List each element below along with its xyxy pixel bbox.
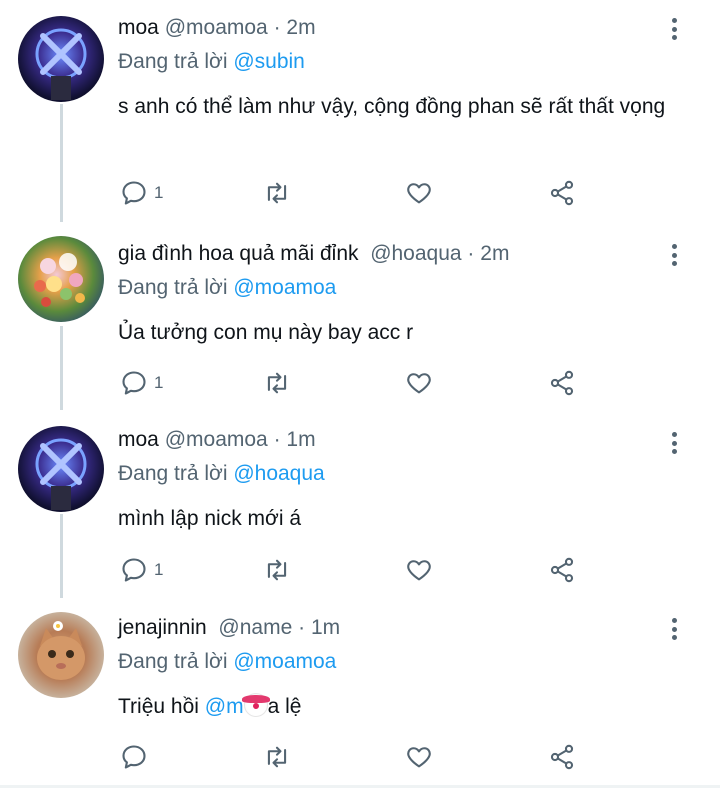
reply-tweet[interactable]: moa @moamoa · 1m Đang trả lời @hoaqua mì… xyxy=(0,410,720,598)
replying-to: Đang trả lời @subin xyxy=(118,50,305,74)
retweet-button[interactable] xyxy=(262,365,292,401)
more-options-icon[interactable] xyxy=(664,14,684,44)
share-button[interactable] xyxy=(548,365,576,401)
retweet-button[interactable] xyxy=(262,739,292,775)
tweet-header: jenajinnin @name · 1m xyxy=(118,616,340,640)
reply-button[interactable]: 1 xyxy=(120,365,163,401)
replying-to-mention[interactable]: @moamoa xyxy=(233,650,336,673)
replying-to-label: Đang trả lời xyxy=(118,50,234,73)
user-handle[interactable]: @hoaqua xyxy=(370,242,461,265)
share-icon xyxy=(550,557,574,583)
tweet-text: s anh có thể làm như vậy, cộng đồng phan… xyxy=(118,95,666,118)
timestamp[interactable]: 1m xyxy=(311,616,340,639)
share-button[interactable] xyxy=(548,175,576,211)
user-handle[interactable]: @moamoa xyxy=(165,16,268,39)
reply-tweet[interactable]: jenajinnin @name · 1m Đang trả lời @moam… xyxy=(0,598,720,785)
replying-to-mention[interactable]: @hoaqua xyxy=(233,462,324,485)
replying-to-label: Đang trả lời xyxy=(118,462,234,485)
retweet-icon xyxy=(267,746,287,768)
lightstick-icon xyxy=(35,28,87,100)
display-name[interactable]: moa xyxy=(118,16,159,39)
tweet-text: mình lập nick mới á xyxy=(118,507,302,530)
more-options-icon[interactable] xyxy=(664,614,684,644)
share-button[interactable] xyxy=(548,739,576,775)
heart-icon xyxy=(407,183,431,204)
lightstick-icon xyxy=(35,438,87,510)
action-bar xyxy=(0,739,720,779)
tweet-header: moa @moamoa · 1m xyxy=(118,428,316,452)
display-name[interactable]: jenajinnin xyxy=(118,616,207,639)
tweet-header: gia đình hoa quả mãi đỉnk @hoaqua · 2m xyxy=(118,242,509,266)
display-name[interactable]: moa xyxy=(118,428,159,451)
tweet-text-start: Triệu hồi xyxy=(118,695,205,718)
separator: · xyxy=(292,616,311,639)
share-button[interactable] xyxy=(548,552,576,588)
reply-button[interactable]: 1 xyxy=(120,552,163,588)
action-bar: 1 xyxy=(0,365,720,405)
heart-icon xyxy=(407,373,431,394)
like-button[interactable] xyxy=(405,175,433,211)
retweet-icon xyxy=(267,559,287,581)
tweet-text: Ủa tưởng con mụ này bay acc r xyxy=(118,321,414,344)
reply-count: 1 xyxy=(154,560,164,579)
retweet-button[interactable] xyxy=(262,552,292,588)
display-name[interactable]: gia đình hoa quả mãi đỉnk xyxy=(118,242,359,265)
avatar[interactable] xyxy=(18,236,104,322)
flower-bouquet-icon xyxy=(34,253,85,307)
reply-button[interactable] xyxy=(120,739,154,775)
reply-count: 1 xyxy=(154,373,164,392)
reply-icon xyxy=(122,745,146,769)
more-options-icon[interactable] xyxy=(664,428,684,458)
share-icon xyxy=(550,180,574,206)
separator: · xyxy=(267,428,287,451)
reply-tweet[interactable]: moa @moamoa · 2m Đang trả lời @subin s a… xyxy=(0,0,720,222)
user-handle[interactable]: @name xyxy=(218,616,292,639)
clown-face-icon xyxy=(241,693,270,717)
reply-icon xyxy=(122,181,146,205)
heart-icon xyxy=(407,747,431,768)
timestamp[interactable]: 1m xyxy=(286,428,315,451)
replying-to: Đang trả lời @moamoa xyxy=(118,650,336,674)
separator: · xyxy=(461,242,481,265)
avatar[interactable] xyxy=(18,16,104,102)
replying-to: Đang trả lời @moamoa xyxy=(118,276,336,300)
like-button[interactable] xyxy=(405,365,433,401)
reply-count: 1 xyxy=(154,183,164,202)
share-icon xyxy=(550,744,574,770)
reply-icon xyxy=(122,371,146,395)
replying-to-label: Đang trả lời xyxy=(118,276,234,299)
retweet-button[interactable] xyxy=(262,175,292,211)
avatar[interactable] xyxy=(18,426,104,512)
tweet-text: Triệu hồi @m a lệ xyxy=(118,690,678,723)
tweet-text-end: a lệ xyxy=(267,695,302,718)
replying-to-mention[interactable]: @subin xyxy=(233,50,305,73)
timestamp[interactable]: 2m xyxy=(480,242,509,265)
action-bar: 1 xyxy=(0,552,720,592)
more-options-icon[interactable] xyxy=(664,240,684,270)
reply-icon xyxy=(122,558,146,582)
like-button[interactable] xyxy=(405,739,433,775)
like-button[interactable] xyxy=(405,552,433,588)
timestamp[interactable]: 2m xyxy=(286,16,315,39)
action-bar: 1 xyxy=(0,175,720,215)
retweet-icon xyxy=(267,372,287,394)
reply-tweet[interactable]: gia đình hoa quả mãi đỉnk @hoaqua · 2m Đ… xyxy=(0,222,720,410)
replying-to-mention[interactable]: @moamoa xyxy=(233,276,336,299)
cat-icon xyxy=(37,621,85,680)
share-icon xyxy=(550,370,574,396)
reply-button[interactable]: 1 xyxy=(120,175,163,211)
heart-icon xyxy=(407,560,431,581)
separator: · xyxy=(267,16,287,39)
tweet-header: moa @moamoa · 2m xyxy=(118,16,316,40)
avatar[interactable] xyxy=(18,612,104,698)
user-handle[interactable]: @moamoa xyxy=(165,428,268,451)
tweet-mention[interactable]: @m xyxy=(205,695,244,718)
replying-to: Đang trả lời @hoaqua xyxy=(118,462,325,486)
retweet-icon xyxy=(267,182,287,204)
replying-to-label: Đang trả lời xyxy=(118,650,234,673)
